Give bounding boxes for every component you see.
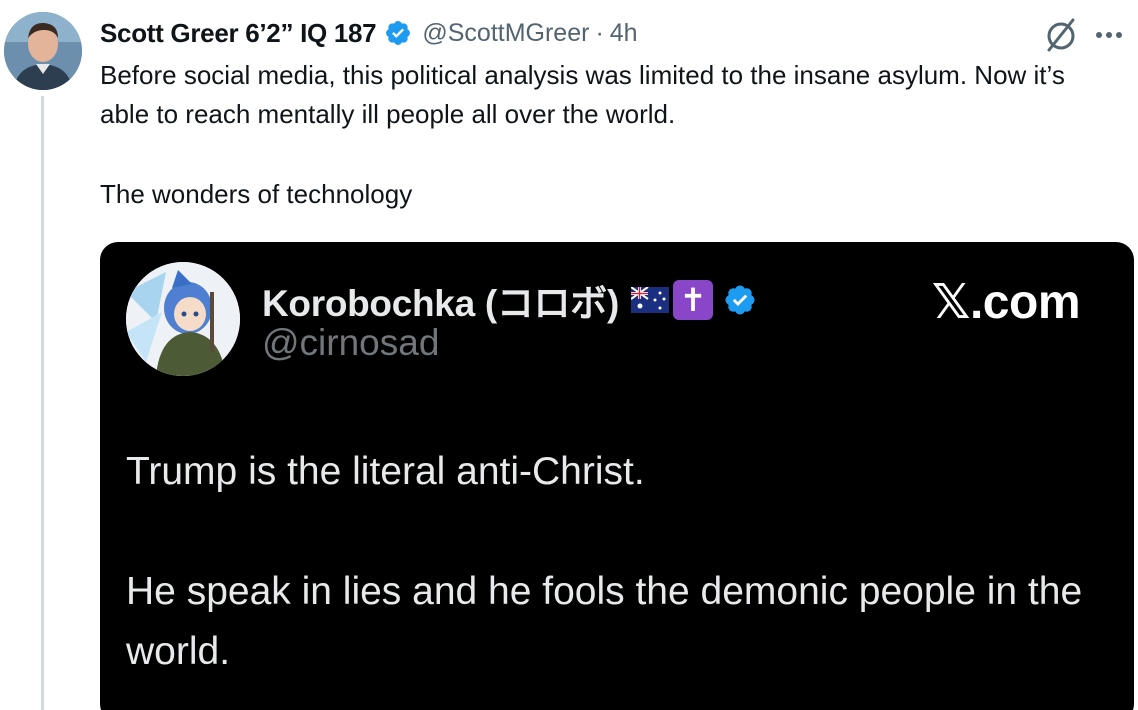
quoted-author-avatar[interactable]: [126, 262, 240, 376]
author-handle[interactable]: @ScottMGreer: [422, 19, 589, 48]
tweet-timestamp[interactable]: 4h: [610, 19, 638, 48]
tweet-header: Scott Greer 6’2” IQ 187 @ScottMGreer · 4…: [100, 14, 638, 52]
person-avatar-icon: [4, 12, 82, 90]
more-icon[interactable]: [1094, 20, 1124, 50]
thread-line: [41, 96, 44, 710]
mute-icon[interactable]: [1042, 16, 1080, 54]
tweet[interactable]: Scott Greer 6’2” IQ 187 @ScottMGreer · 4…: [0, 0, 1138, 710]
x-com-watermark: 𝕏.com: [931, 274, 1081, 330]
verified-badge-icon: [725, 285, 755, 315]
author-display-name[interactable]: Scott Greer 6’2” IQ 187: [100, 18, 377, 49]
separator-dot: ·: [595, 18, 604, 47]
quoted-tweet-card[interactable]: Korobochka (コロボ) ✝ @cirnosad 𝕏.com Trump…: [100, 242, 1134, 710]
quoted-display-name[interactable]: Korobochka (コロボ): [262, 273, 619, 327]
verified-badge-icon: [386, 21, 411, 45]
tweet-text: Before social media, this political anal…: [100, 56, 1110, 214]
quoted-header: Korobochka (コロボ) ✝: [262, 276, 757, 324]
x-com-text: .com: [969, 276, 1081, 329]
quoted-paragraph: Trump is the literal anti-Christ.: [126, 450, 645, 493]
tweet-paragraph: Before social media, this political anal…: [100, 60, 1065, 129]
quoted-paragraph: He speak in lies and he fools the demoni…: [126, 570, 1083, 673]
anime-avatar-icon: [126, 262, 240, 376]
quoted-tweet-text: Trump is the literal anti-Christ. He spe…: [126, 442, 1116, 682]
tweet-paragraph: The wonders of technology: [100, 179, 413, 209]
author-avatar[interactable]: [4, 12, 82, 90]
australia-flag-icon: [630, 287, 669, 313]
quoted-handle[interactable]: @cirnosad: [262, 322, 439, 364]
x-logo-icon: 𝕏: [931, 274, 971, 330]
cross-emoji-icon: ✝: [672, 280, 713, 320]
